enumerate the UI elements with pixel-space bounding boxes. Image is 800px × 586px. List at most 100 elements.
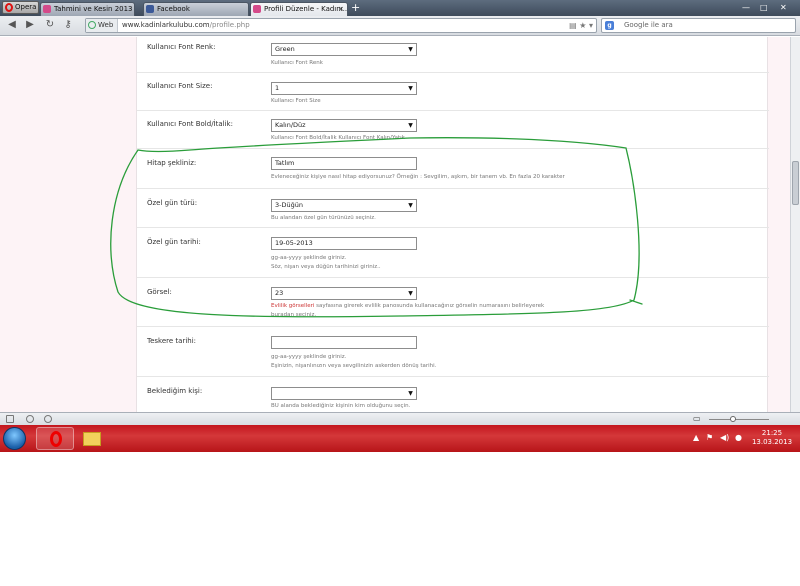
- dropdown-arrow-icon[interactable]: ▼: [406, 84, 415, 93]
- field-label: Beklediğim kişi:: [147, 387, 203, 395]
- select-value: Kalın/Düz: [275, 121, 306, 129]
- opera-icon: [50, 431, 62, 447]
- url-domain: www.kadinlarkulubu.com: [122, 21, 210, 29]
- vertical-scrollbar[interactable]: [790, 37, 800, 412]
- dropdown-arrow-icon[interactable]: ▼: [406, 201, 415, 210]
- dropdown-arrow-icon[interactable]: ▼: [406, 45, 415, 54]
- field-help: gg-aa-yyyy şeklinde giriniz.: [271, 255, 347, 261]
- opera-menu-label: Opera: [15, 3, 37, 11]
- tab-label: Profili Düzenle - Kadını...: [264, 5, 348, 13]
- tab-label: Tahmini ve Kesin 2013 ...: [54, 5, 135, 13]
- reload-icon[interactable]: ↻: [44, 19, 56, 31]
- folder-icon: [83, 432, 101, 446]
- form-row-teskere-tarihi: Teskere tarihi: gg-aa-yyyy şeklinde giri…: [137, 327, 769, 377]
- field-help: gg-aa-yyyy şeklinde giriniz.: [271, 354, 347, 360]
- url-text[interactable]: www.kadinlarkulubu.com/profile.php: [122, 19, 250, 32]
- web-badge[interactable]: Web: [86, 19, 118, 32]
- taskbar-opera-button[interactable]: [36, 427, 74, 450]
- hitap-input[interactable]: Tatlım: [271, 157, 417, 170]
- field-label: Kullanıcı Font Renk:: [147, 43, 216, 51]
- forward-icon[interactable]: ▶: [24, 19, 36, 31]
- field-label: Özel gün türü:: [147, 199, 198, 207]
- select-value: 23: [275, 289, 284, 297]
- tray-app-icon[interactable]: ●: [735, 433, 742, 442]
- view-icon[interactable]: ▭: [693, 414, 701, 423]
- form-row-bekledigim-kisi: Beklediğim kişi: ▼ BU alanda beklediğini…: [137, 377, 769, 412]
- opera-menu-button[interactable]: Opera: [2, 1, 39, 14]
- web-badge-label: Web: [98, 21, 114, 29]
- field-label: Kullanıcı Font Bold/İtalik:: [147, 120, 233, 128]
- dropdown-arrow-icon[interactable]: ▼: [406, 289, 415, 298]
- field-help: Bu alandan özel gün türünüzü seçiniz.: [271, 215, 376, 221]
- tray-expand-icon[interactable]: ▲: [693, 433, 699, 442]
- zoom-slider-thumb[interactable]: [730, 416, 736, 422]
- form-row-ozel-gun-tarihi: Özel gün tarihi: 19-05-2013 gg-aa-yyyy ş…: [137, 228, 769, 278]
- field-help: Eşinizin, nişanlınızın veya sevgilinizin…: [271, 363, 437, 369]
- form-row-ozel-gun-turu: Özel gün türü: 3-Düğün ▼ Bu alandan özel…: [137, 189, 769, 228]
- gorsel-select[interactable]: 23 ▼: [271, 287, 417, 300]
- font-color-select[interactable]: Green ▼: [271, 43, 417, 56]
- evlilik-gorselleri-link[interactable]: Evlilik görselleri: [271, 303, 314, 309]
- scrollbar-thumb[interactable]: [792, 161, 799, 205]
- search-field[interactable]: g Google ile ara: [601, 18, 796, 33]
- tab-profili-duzenle[interactable]: Profili Düzenle - Kadını... ×: [250, 2, 348, 16]
- form-row-font-size: Kullanıcı Font Size: 1 ▼ Kullanıcı Font …: [137, 73, 769, 111]
- tab-favicon-icon: [43, 5, 51, 13]
- field-help: buradan seçiniz.: [271, 312, 317, 318]
- dropdown-arrow-icon[interactable]: ▼: [406, 389, 415, 398]
- address-field[interactable]: Web www.kadinlarkulubu.com/profile.php ▤…: [85, 18, 597, 33]
- input-value: Tatlım: [275, 159, 295, 167]
- key-icon[interactable]: ⚷: [62, 19, 74, 31]
- screen: Opera Tahmini ve Kesin 2013 ... Facebook…: [0, 0, 800, 452]
- bookmark-star-icon[interactable]: ★: [579, 21, 586, 30]
- browser-tab-bar: Opera Tahmini ve Kesin 2013 ... Facebook…: [0, 0, 800, 16]
- cloud-icon[interactable]: [26, 415, 34, 423]
- opera-logo-icon: [5, 3, 13, 12]
- tab-tahmini[interactable]: Tahmini ve Kesin 2013 ...: [40, 2, 135, 16]
- bekledigim-kisi-select[interactable]: ▼: [271, 387, 417, 400]
- rss-icon[interactable]: ▤: [569, 21, 577, 30]
- taskbar-explorer-button[interactable]: [72, 427, 110, 450]
- field-help: Kullanıcı Font Size: [271, 98, 321, 104]
- minimize-icon[interactable]: —: [742, 3, 750, 12]
- select-value: Green: [275, 45, 295, 53]
- font-bold-select[interactable]: Kalın/Düz ▼: [271, 119, 417, 132]
- form-row-font-bold: Kullanıcı Font Bold/İtalik: Kalın/Düz ▼ …: [137, 111, 769, 149]
- form-row-hitap: Hitap şekliniz: Tatlım Evleneceğiniz kiş…: [137, 149, 769, 189]
- back-icon[interactable]: ◀: [6, 19, 18, 31]
- tab-label: Facebook: [157, 5, 190, 13]
- speed-dial-icon[interactable]: [44, 415, 52, 423]
- new-tab-button[interactable]: +: [351, 2, 360, 13]
- zoom-slider[interactable]: [709, 419, 769, 420]
- field-help: BU alanda beklediğiniz kişinin kim olduğ…: [271, 403, 411, 409]
- facebook-favicon-icon: [146, 5, 154, 13]
- close-window-icon[interactable]: ✕: [780, 3, 787, 12]
- globe-icon: [88, 21, 96, 29]
- help-text: sayfasına girerek evlilik panosunda kull…: [316, 303, 545, 309]
- browser-status-bar: ▭: [0, 412, 800, 425]
- field-help: Söz, nişan veya düğün tarihinizi giriniz…: [271, 264, 381, 270]
- search-placeholder: Google ile ara: [624, 21, 673, 29]
- select-value: 3-Düğün: [275, 201, 303, 209]
- panel-toggle-icon[interactable]: [6, 415, 14, 423]
- start-button[interactable]: [3, 427, 26, 450]
- google-icon[interactable]: g: [605, 21, 614, 30]
- teskere-tarihi-input[interactable]: [271, 336, 417, 349]
- ozel-gun-tarihi-input[interactable]: 19-05-2013: [271, 237, 417, 250]
- dropdown-arrow-icon[interactable]: ▼: [406, 121, 415, 130]
- navigation-bar: ◀ ▶ ↻ ⚷ Web www.kadinlarkulubu.com/profi…: [0, 16, 800, 36]
- windows-taskbar: ▲ ⚑ ◀) ● 21:25 13.03.2013: [0, 425, 800, 452]
- ozel-gun-turu-select[interactable]: 3-Düğün ▼: [271, 199, 417, 212]
- field-label: Özel gün tarihi:: [147, 238, 201, 246]
- tray-volume-icon[interactable]: ◀): [720, 433, 729, 442]
- page-viewport: Kullanıcı Font Renk: Green ▼ Kullanıcı F…: [0, 37, 800, 412]
- dropdown-arrow-icon[interactable]: ▾: [589, 21, 593, 30]
- font-size-select[interactable]: 1 ▼: [271, 82, 417, 95]
- maximize-icon[interactable]: □: [760, 3, 768, 12]
- form-row-gorsel: Görsel: 23 ▼ Evlilik görselleri sayfasın…: [137, 278, 769, 327]
- system-clock[interactable]: 21:25 13.03.2013: [751, 429, 793, 447]
- close-tab-icon[interactable]: ×: [338, 3, 344, 15]
- tray-flag-icon[interactable]: ⚑: [706, 433, 713, 442]
- tab-facebook[interactable]: Facebook: [143, 2, 249, 16]
- field-help: Kullanıcı Font Bold/İtalik Kullanıcı Fon…: [271, 135, 405, 141]
